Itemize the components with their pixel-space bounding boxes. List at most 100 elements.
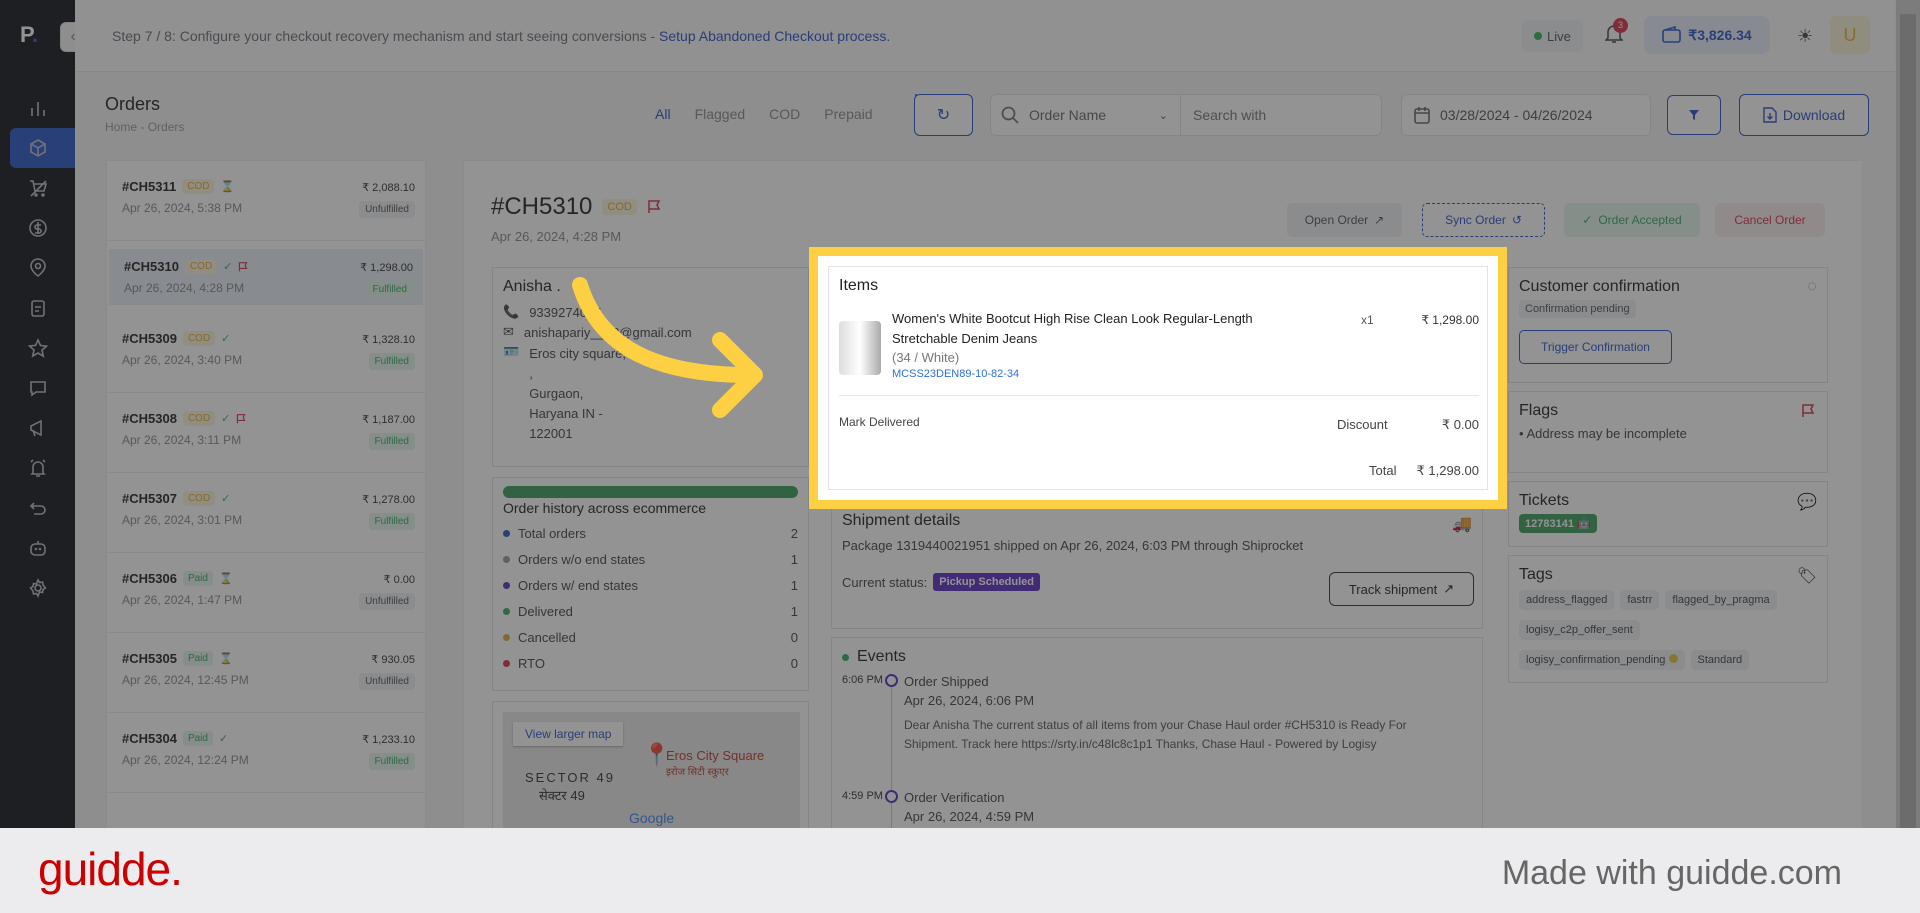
sidebar-item-payments[interactable]: [10, 208, 75, 248]
sidebar-item-alerts[interactable]: [10, 448, 75, 488]
tab-all[interactable]: All: [655, 106, 671, 122]
breadcrumb-home[interactable]: Home: [105, 120, 137, 134]
sidebar-item-analytics[interactable]: [10, 88, 75, 128]
sidebar-item-returns[interactable]: [10, 488, 75, 528]
item-quantity: x1: [1361, 313, 1374, 327]
guidde-footer: guidde. Made with guidde.com: [0, 828, 1920, 913]
user-avatar[interactable]: U: [1830, 16, 1870, 54]
setup-abandoned-checkout-link[interactable]: Setup Abandoned Checkout process.: [659, 28, 890, 44]
sidebar-item-reviews[interactable]: [10, 328, 75, 368]
tag-chip[interactable]: logisy_confirmation_pending: [1519, 650, 1685, 670]
search-field-select[interactable]: Order Name ⌄: [991, 95, 1181, 135]
sidebar-item-abandoned-carts[interactable]: [10, 168, 75, 208]
map-pin-icon: [29, 258, 46, 277]
tag-chip[interactable]: address_flagged: [1519, 590, 1615, 610]
track-shipment-button[interactable]: Track shipment ↗: [1329, 572, 1474, 606]
event-message: Dear Anisha The current status of all it…: [904, 718, 1407, 751]
made-with-guidde[interactable]: Made with guidde.com: [1502, 854, 1842, 893]
discount-value: ₹ 0.00: [1441, 417, 1479, 432]
customer-confirmation-card: Customer confirmation ◌ Confirmation pen…: [1508, 267, 1828, 383]
cancel-order-button[interactable]: Cancel Order: [1715, 203, 1825, 237]
map[interactable]: View larger map 📍 Eros City Square इरोज …: [503, 712, 800, 828]
sidebar-item-orders[interactable]: [10, 128, 75, 168]
flag-item: • Address may be incomplete: [1519, 426, 1687, 441]
hourglass-icon: ⌛: [220, 181, 235, 193]
date-range-picker[interactable]: 03/28/2024 - 04/26/2024: [1401, 94, 1651, 136]
order-amount: ₹ 930.05: [371, 654, 415, 666]
order-list-item[interactable]: #CH5305 Paid ⌛ Apr 26, 2024, 12:45 PM ₹ 930.…: [107, 633, 425, 713]
sidebar-item-campaigns[interactable]: [10, 408, 75, 448]
map-place-label: Eros City Square: [666, 748, 765, 763]
sync-order-button[interactable]: Sync Order ↺: [1422, 203, 1545, 237]
wallet-balance-button[interactable]: ₹3,826.34: [1644, 16, 1770, 54]
trigger-confirmation-button[interactable]: Trigger Confirmation: [1519, 330, 1672, 364]
order-amount: ₹ 1,233.10: [362, 734, 415, 746]
fulfillment-badge: Fulfilled: [366, 281, 413, 298]
open-order-button[interactable]: Open Order ↗: [1287, 203, 1402, 237]
sidebar-item-locations[interactable]: [10, 248, 75, 288]
filter-button[interactable]: [1667, 95, 1721, 135]
events-card: Events 6:06 PM Order Shipped Apr 26, 2024,…: [831, 637, 1483, 828]
tab-prepaid[interactable]: Prepaid: [824, 106, 872, 122]
search-input[interactable]: [1181, 107, 1361, 123]
map-place-hindi: इरोज सिटी स्कुएर: [666, 767, 729, 778]
flag-icon: [239, 261, 248, 271]
history-row: Delivered 1: [503, 598, 798, 624]
tag-chip[interactable]: flagged_by_pragma: [1665, 590, 1777, 610]
tab-cod[interactable]: COD: [769, 106, 800, 122]
order-list-item[interactable]: #CH5308 COD ✓ Apr 26, 2024, 3:11 PM ₹ 1,187.…: [107, 393, 425, 473]
guidde-logo[interactable]: guidde.: [38, 842, 183, 896]
confirmation-title: Customer confirmation: [1519, 278, 1680, 295]
app-logo[interactable]: P.: [20, 22, 38, 48]
product-image[interactable]: [839, 321, 881, 375]
cart-icon: [29, 180, 47, 197]
tags-title: Tags: [1519, 566, 1553, 583]
live-status[interactable]: Live: [1522, 20, 1583, 52]
payment-badge: COD: [182, 179, 215, 194]
page-scrollbar[interactable]: [1896, 0, 1920, 828]
tab-flagged[interactable]: Flagged: [695, 106, 746, 122]
legend-dot-icon: [503, 633, 510, 641]
order-date: Apr 26, 2024, 12:24 PM: [122, 753, 249, 767]
clipboard-icon: [30, 300, 45, 317]
order-list-item[interactable]: #CH5306 Paid ⌛ Apr 26, 2024, 1:47 PM ₹ 0.00 U…: [107, 553, 425, 633]
robot-icon: [29, 541, 46, 556]
order-number: #CH5308: [122, 411, 177, 426]
mark-delivered-button[interactable]: Mark Delivered: [839, 415, 920, 429]
notification-count: 3: [1613, 18, 1628, 33]
sidebar-item-reports[interactable]: [10, 288, 75, 328]
download-button[interactable]: Download: [1739, 94, 1869, 136]
order-accepted-button[interactable]: ✓ Order Accepted: [1564, 203, 1700, 237]
sidebar-item-bot[interactable]: [10, 528, 75, 568]
ticket-badge[interactable]: 12783141 🤖: [1519, 514, 1597, 533]
legend-dot-icon: [503, 555, 510, 563]
check-icon: ✓: [218, 733, 229, 745]
phone-icon: 📞: [503, 304, 520, 319]
sidebar-item-settings[interactable]: [10, 568, 75, 608]
payment-badge: Paid: [182, 731, 213, 746]
tag-chip[interactable]: logisy_c2p_offer_sent: [1519, 620, 1640, 640]
event-time: 6:06 PM: [842, 674, 883, 686]
product-name[interactable]: Women's White Bootcut High Rise Clean Lo…: [892, 309, 1292, 349]
tag-chip[interactable]: fastrr: [1620, 590, 1660, 610]
map-sector-label: SECTOR 49: [525, 770, 616, 785]
order-list-item[interactable]: #CH5309 COD ✓ Apr 26, 2024, 3:40 PM ₹ 1,328.…: [107, 313, 425, 393]
sidebar-item-messages[interactable]: [10, 368, 75, 408]
notifications-button[interactable]: 3: [1604, 18, 1628, 49]
order-list-item[interactable]: #CH5307 COD ✓ Apr 26, 2024, 3:01 PM ₹ 1,278.…: [107, 473, 425, 553]
theme-toggle-sun-icon[interactable]: ☀: [1797, 26, 1813, 47]
refresh-orders-button[interactable]: ↻: [914, 94, 973, 136]
order-list-item[interactable]: #CH5310 COD ✓ Apr 26, 2024, 4:28 PM ₹ 1,298.…: [109, 249, 423, 305]
view-larger-map-link[interactable]: View larger map: [513, 722, 624, 746]
tag-chip[interactable]: Standard: [1690, 650, 1750, 670]
order-list-item[interactable]: #CH5311 COD ⌛ Apr 26, 2024, 5:38 PM ₹ 2,088.…: [107, 161, 425, 241]
product-sku[interactable]: MCSS23DEN89-10-82-34: [892, 368, 1292, 380]
payment-badge: COD: [184, 259, 218, 274]
item-price: ₹ 1,298.00: [1421, 313, 1479, 327]
return-icon: [29, 502, 46, 515]
flag-icon: [237, 413, 246, 423]
items-card-highlight: Items Women's White Bootcut High Rise Cl…: [809, 247, 1507, 509]
check-icon: ✓: [221, 333, 231, 345]
order-title: #CH5310 COD: [491, 193, 661, 221]
order-list-item[interactable]: #CH5304 Paid ✓ Apr 26, 2024, 12:24 PM ₹ 1,23…: [107, 713, 425, 793]
